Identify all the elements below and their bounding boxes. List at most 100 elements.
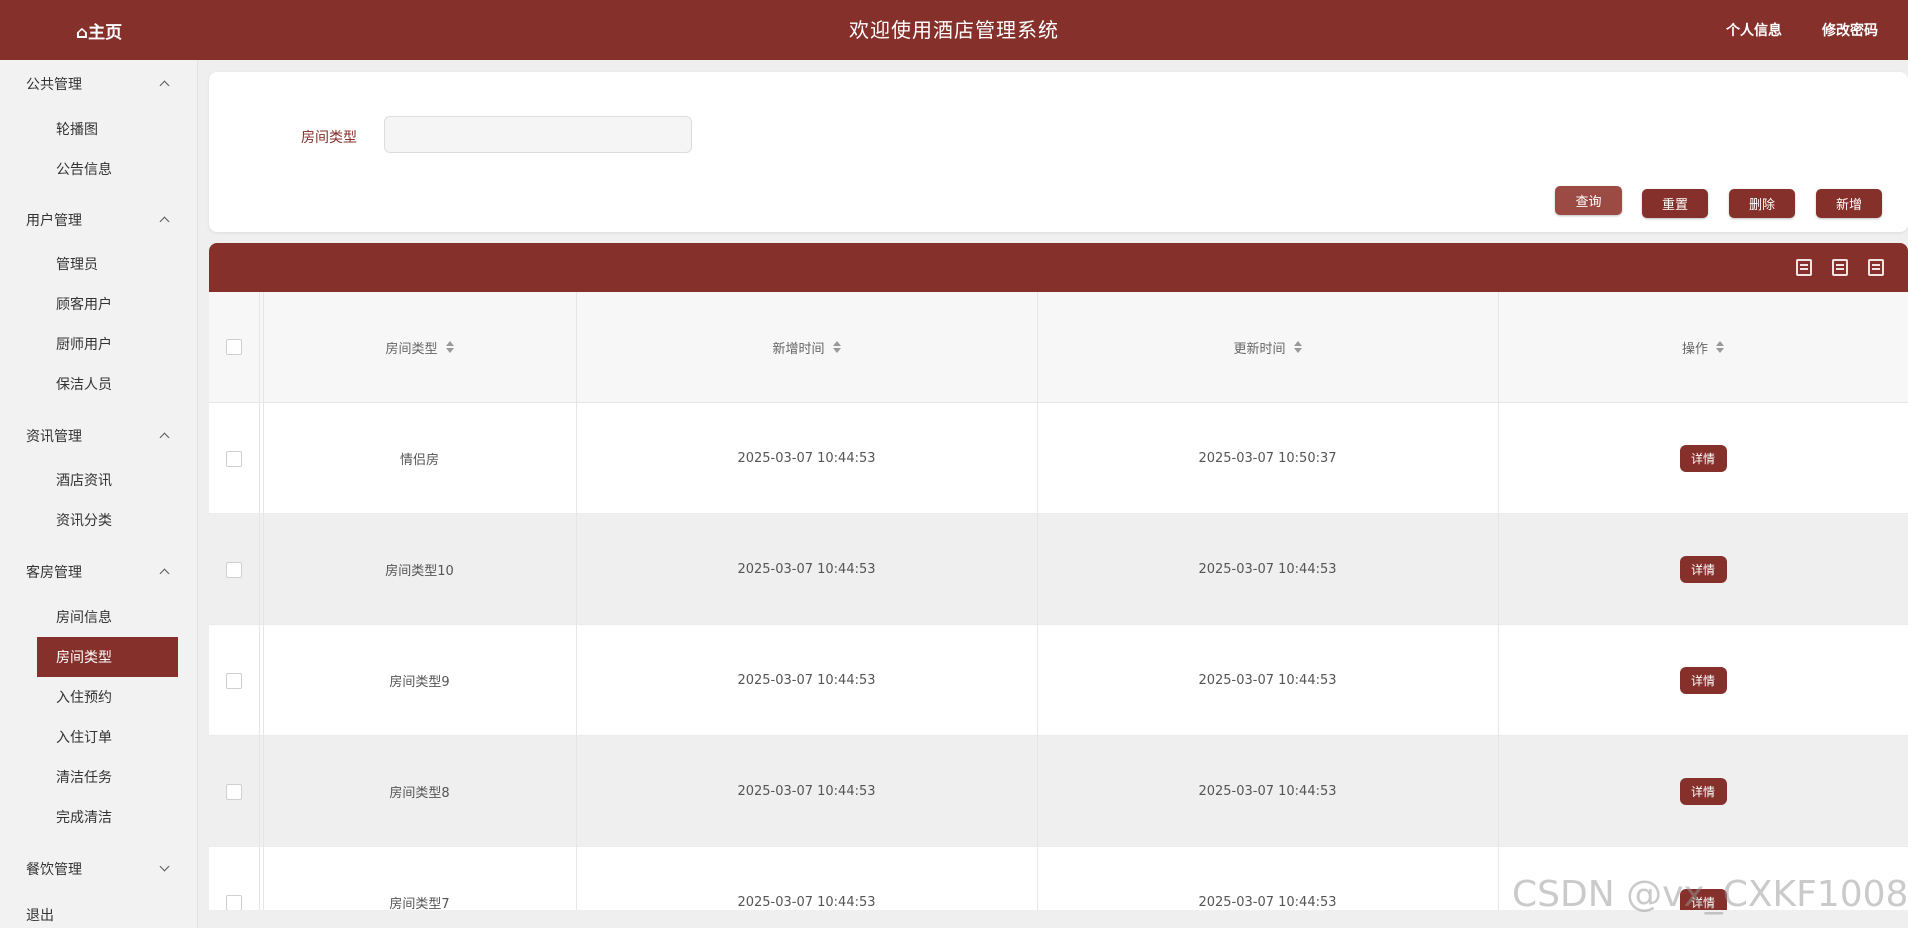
export-icon[interactable] <box>1868 259 1884 276</box>
delete-button[interactable]: 删除 <box>1729 189 1795 218</box>
sidebar-item-label: 房间信息 <box>56 610 112 626</box>
sidebar-item-label: 完成清洁 <box>56 810 112 826</box>
sidebar-item-cleaning-done[interactable]: 完成清洁 <box>37 797 178 837</box>
room-type-cell: 房间类型8 <box>389 786 450 801</box>
sidebar-item-chef[interactable]: 厨师用户 <box>37 324 178 364</box>
sidebar-item-label: 公告信息 <box>56 162 112 178</box>
sidebar-group-dining[interactable]: 餐饮管理 <box>26 857 172 881</box>
sidebar-group-rooms[interactable]: 客房管理 <box>26 560 172 584</box>
sidebar-item-news-category[interactable]: 资讯分类 <box>37 500 178 540</box>
column-header-actions[interactable]: 操作 <box>1498 292 1908 403</box>
column-header-created[interactable]: 新增时间 <box>576 292 1037 403</box>
actions-cell: 详情 <box>1498 625 1908 736</box>
actions-cell: 详情 <box>1498 514 1908 625</box>
sidebar-item-room-info[interactable]: 房间信息 <box>37 597 178 637</box>
query-button[interactable]: 查询 <box>1555 186 1622 215</box>
logout-link[interactable]: 退出 <box>26 905 54 925</box>
add-button[interactable]: 新增 <box>1816 189 1882 218</box>
table-row: 情侣房 2025-03-07 10:44:53 2025-03-07 10:50… <box>209 403 1908 514</box>
profile-link[interactable]: 个人信息 <box>1726 20 1782 40</box>
column-header-label: 操作 <box>1681 341 1708 357</box>
actions-cell: 详情 <box>1498 847 1908 910</box>
sidebar-item-cleaning-task[interactable]: 清洁任务 <box>37 757 178 797</box>
reset-button[interactable]: 重置 <box>1642 189 1708 218</box>
column-header-label: 更新时间 <box>1233 341 1286 357</box>
row-checkbox[interactable] <box>226 450 242 467</box>
created-time-cell: 2025-03-07 10:44:53 <box>737 895 876 910</box>
sidebar-item-label: 厨师用户 <box>56 337 112 353</box>
sidebar-item-notice[interactable]: 公告信息 <box>37 149 178 189</box>
sidebar-item-label: 清洁任务 <box>56 770 112 786</box>
room-type-cell: 房间类型7 <box>389 897 450 910</box>
detail-button[interactable]: 详情 <box>1679 556 1727 583</box>
column-divider <box>259 292 260 910</box>
search-panel: 房间类型 查询 重置 删除 新增 <box>209 72 1908 232</box>
table-row: 房间类型8 2025-03-07 10:44:53 2025-03-07 10:… <box>209 736 1908 847</box>
sidebar-item-label: 酒店资讯 <box>56 473 112 489</box>
column-header-room-type[interactable]: 房间类型 <box>263 292 576 403</box>
sidebar-group-label: 用户管理 <box>26 213 82 229</box>
sidebar-item-label: 入住订单 <box>56 730 112 746</box>
sidebar-group-label: 资讯管理 <box>26 429 82 445</box>
change-password-link[interactable]: 修改密码 <box>1822 20 1878 40</box>
chevron-up-icon <box>158 77 172 91</box>
sidebar-item-admin[interactable]: 管理员 <box>37 244 178 284</box>
room-type-search-input[interactable] <box>384 116 692 153</box>
room-type-cell: 房间类型10 <box>385 564 454 579</box>
select-all-checkbox[interactable] <box>226 339 242 355</box>
column-header-label: 新增时间 <box>772 341 825 357</box>
sidebar-item-label: 入住预约 <box>56 690 112 706</box>
row-select-cell <box>209 514 259 625</box>
actions-cell: 详情 <box>1498 403 1908 514</box>
sidebar-item-cleaner[interactable]: 保洁人员 <box>37 364 178 404</box>
row-select-cell <box>209 403 259 514</box>
sidebar-group-news[interactable]: 资讯管理 <box>26 424 172 448</box>
top-right-menu: 个人信息 修改密码 <box>1726 0 1878 60</box>
sidebar-item-label: 房间类型 <box>56 650 112 666</box>
actions-cell: 详情 <box>1498 736 1908 847</box>
chevron-up-icon <box>158 429 172 443</box>
updated-time-cell: 2025-03-07 10:50:37 <box>1198 451 1337 466</box>
column-divider <box>1037 292 1038 910</box>
sidebar-item-checkin-booking[interactable]: 入住预约 <box>37 677 178 717</box>
room-type-cell: 情侣房 <box>399 453 439 468</box>
sort-icon[interactable] <box>1293 341 1302 353</box>
row-checkbox[interactable] <box>226 894 242 910</box>
sidebar-group-users[interactable]: 用户管理 <box>26 208 172 232</box>
table-row: 房间类型7 2025-03-07 10:44:53 2025-03-07 10:… <box>209 847 1908 910</box>
row-checkbox[interactable] <box>226 783 242 800</box>
sidebar-group-public[interactable]: 公共管理 <box>26 72 172 96</box>
column-header-updated[interactable]: 更新时间 <box>1037 292 1498 403</box>
row-checkbox[interactable] <box>226 672 242 689</box>
sidebar-item-carousel[interactable]: 轮播图 <box>37 109 178 149</box>
select-all-header <box>209 292 259 403</box>
detail-button[interactable]: 详情 <box>1679 445 1727 472</box>
created-time-cell: 2025-03-07 10:44:53 <box>737 784 876 799</box>
column-divider <box>1498 292 1499 910</box>
row-select-cell <box>209 847 259 910</box>
sidebar-item-room-type[interactable]: 房间类型 <box>37 637 178 677</box>
system-title: 欢迎使用酒店管理系统 <box>849 18 1059 42</box>
sidebar-item-hotel-news[interactable]: 酒店资讯 <box>37 460 178 500</box>
sort-icon[interactable] <box>832 341 841 353</box>
detail-button[interactable]: 详情 <box>1679 778 1727 805</box>
sidebar-item-checkin-order[interactable]: 入住订单 <box>37 717 178 757</box>
row-checkbox[interactable] <box>226 561 242 578</box>
row-select-cell <box>209 736 259 847</box>
created-time-cell: 2025-03-07 10:44:53 <box>737 562 876 577</box>
row-select-cell <box>209 625 259 736</box>
sort-icon[interactable] <box>1716 341 1724 353</box>
sidebar-item-customer[interactable]: 顾客用户 <box>37 284 178 324</box>
data-table: 房间类型 新增时间 更新时间 操作 情侣房 2025-03-07 10:44:5… <box>209 243 1908 910</box>
sidebar-item-label: 保洁人员 <box>56 377 112 393</box>
table-row: 房间类型10 2025-03-07 10:44:53 2025-03-07 10… <box>209 514 1908 625</box>
sort-icon[interactable] <box>445 341 454 353</box>
updated-time-cell: 2025-03-07 10:44:53 <box>1198 562 1337 577</box>
print-icon[interactable] <box>1832 259 1848 276</box>
column-divider <box>263 292 264 910</box>
detail-button[interactable]: 详情 <box>1679 889 1727 910</box>
sidebar-group-label: 客房管理 <box>26 565 82 581</box>
detail-button[interactable]: 详情 <box>1679 667 1727 694</box>
table-toolbar <box>209 243 1908 292</box>
grid-icon[interactable] <box>1796 259 1812 276</box>
